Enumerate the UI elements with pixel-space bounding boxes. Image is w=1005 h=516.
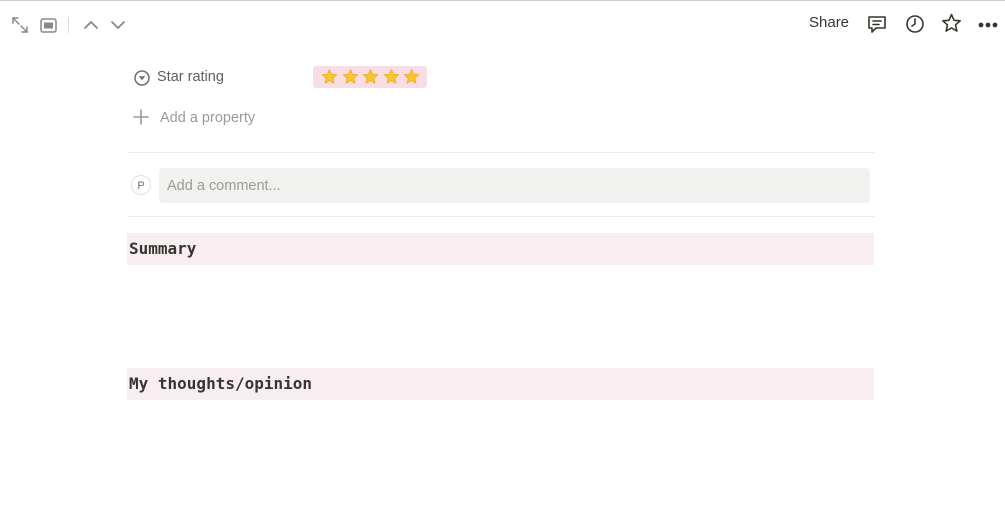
sidebar-peek-icon[interactable] (38, 15, 58, 35)
rating-star-icon (362, 69, 379, 84)
rating-star-icon (383, 69, 399, 84)
comment-icon[interactable] (866, 13, 888, 35)
divider (128, 216, 874, 217)
rating-star-icon (403, 69, 420, 84)
avatar: P (131, 175, 151, 195)
divider (128, 152, 874, 153)
comment-input[interactable] (159, 168, 870, 203)
rating-star-icon (321, 69, 338, 84)
chevron-down-icon[interactable] (108, 15, 128, 35)
rating-star-icon (342, 69, 358, 84)
more-icon[interactable] (977, 15, 999, 35)
property-row-star-rating: Star rating (133, 66, 873, 90)
share-button[interactable]: Share (809, 14, 849, 31)
section-heading-thoughts: My thoughts/opinion (127, 368, 874, 400)
expand-icon[interactable] (10, 15, 30, 35)
add-property-label: Add a property (160, 110, 256, 126)
toolbar-separator (68, 17, 69, 33)
select-icon (133, 69, 151, 87)
star-rating-value[interactable] (313, 66, 427, 88)
property-label: Star rating (157, 69, 224, 85)
top-bar: Share (0, 0, 1005, 46)
plus-icon (133, 109, 149, 125)
chevron-up-icon[interactable] (81, 15, 101, 35)
section-heading-summary: Summary (127, 233, 874, 265)
star-icon[interactable] (940, 12, 962, 34)
history-icon[interactable] (904, 13, 926, 35)
